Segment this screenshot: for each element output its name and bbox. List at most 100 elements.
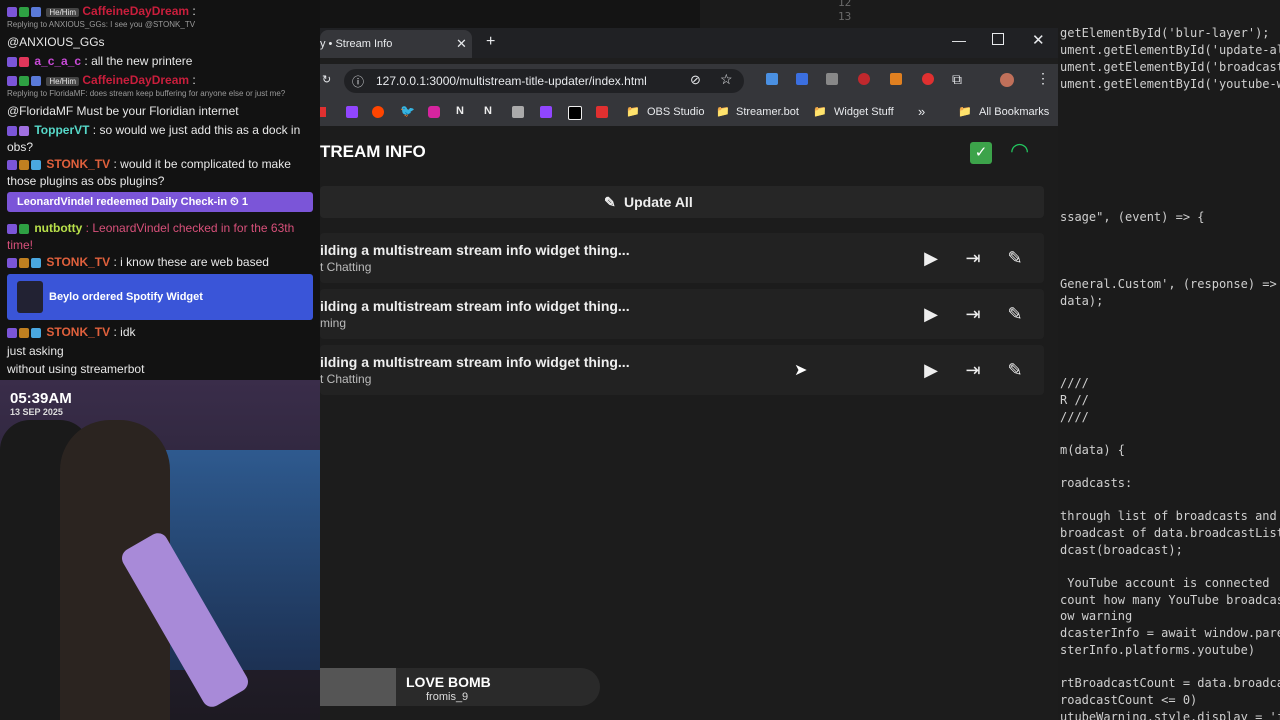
extension-icon[interactable] xyxy=(826,73,838,85)
code-line: ument.getElementById('youtube-warn xyxy=(1060,77,1280,91)
bookmark-favicon[interactable] xyxy=(320,107,326,117)
chat-message: STONK_TV : idk xyxy=(7,324,314,341)
pencil-icon[interactable]: ✎ xyxy=(1004,303,1026,325)
window-close-icon[interactable]: ✕ xyxy=(1032,31,1045,49)
pencil-icon[interactable]: ✎ xyxy=(1004,359,1026,381)
block-icon[interactable] xyxy=(858,73,870,85)
browser-toolbar: ↻ ⓘ 127.0.0.1:3000/multistream-title-upd… xyxy=(320,64,1058,98)
tab-stream-info[interactable]: y • Stream Info ✕ xyxy=(320,30,472,58)
bookmark-folder-obs[interactable]: OBS Studio xyxy=(647,106,704,118)
broadcast-title: ilding a multistream stream info widget … xyxy=(320,242,630,258)
bookmark-favicon[interactable] xyxy=(568,106,582,120)
code-line: through list of broadcasts and ac xyxy=(1060,509,1280,523)
sub-badge-icon xyxy=(7,327,17,338)
chat-message: STONK_TV : i know these are web based xyxy=(7,254,314,271)
folder-icon: 📁 xyxy=(813,106,827,118)
chat-username[interactable]: nutbotty xyxy=(34,221,82,235)
extension-icon[interactable] xyxy=(890,73,902,85)
notion-icon[interactable]: N xyxy=(456,105,464,117)
play-icon[interactable]: ▶ xyxy=(920,247,942,269)
code-line: General.Custom', (response) => { xyxy=(1060,277,1280,291)
sub-badge-icon xyxy=(7,257,17,268)
chat-username[interactable]: STONK_TV xyxy=(46,255,110,269)
bookmark-folder-widgets[interactable]: Widget Stuff xyxy=(834,106,894,118)
profile-avatar[interactable] xyxy=(1000,73,1014,87)
chevron-right-icon[interactable]: » xyxy=(918,104,925,119)
edit-icon: ✎ xyxy=(604,194,616,210)
chat-message: STONK_TV : would it be complicated to ma… xyxy=(7,156,314,190)
pencil-icon[interactable]: ✎ xyxy=(1004,247,1026,269)
code-line: getElementById('blur-layer'); xyxy=(1060,26,1270,40)
chat-username[interactable]: a_c_a_c xyxy=(34,54,81,68)
code-line: R // xyxy=(1060,393,1089,407)
chat-message: @ANXIOUS_GGs xyxy=(7,34,314,51)
code-line: ument.getElementById('update-all- xyxy=(1060,43,1280,57)
chat-text: : idk xyxy=(113,325,136,339)
update-all-label: Update All xyxy=(624,194,693,210)
play-icon[interactable]: ▶ xyxy=(920,303,942,325)
crown-badge-icon xyxy=(19,327,29,338)
now-playing-widget: LOVE BOMB fromis_9 xyxy=(320,668,600,706)
chat-text: @FloridaMF Must be your Floridian intern… xyxy=(7,104,239,118)
twitter-icon[interactable]: 🐦 xyxy=(400,104,415,118)
album-art xyxy=(320,668,396,706)
redeem-banner: LeonardVindel redeemed Daily Check-in ⏲ … xyxy=(7,192,313,212)
extension-icon[interactable] xyxy=(766,73,778,85)
order-text: Beylo ordered Spotify Widget xyxy=(49,291,203,303)
new-tab-icon[interactable]: + xyxy=(486,33,495,51)
twitch-icon[interactable] xyxy=(346,106,358,118)
notion-icon[interactable]: N xyxy=(484,105,492,117)
clock-date: 13 SEP 2025 xyxy=(10,407,63,417)
code-line: //// xyxy=(1060,410,1089,424)
bookmark-favicon[interactable] xyxy=(512,106,524,118)
stream-info-app: TREAM INFO ✓ ◠ ✎ Update All ilding a mul… xyxy=(320,126,1058,720)
code-line: dcasterInfo = await window.parent. xyxy=(1060,626,1280,640)
address-bar[interactable]: ⓘ 127.0.0.1:3000/multistream-title-updat… xyxy=(344,69,744,93)
enter-icon[interactable]: ⇥ xyxy=(962,247,984,269)
reddit-icon[interactable] xyxy=(372,106,384,118)
bits-badge-icon xyxy=(19,125,29,136)
maximize-icon[interactable] xyxy=(992,33,1004,45)
sub-badge-icon xyxy=(7,223,17,234)
code-line: roadcasts: xyxy=(1060,476,1133,490)
browser-window: y • Stream Info ✕ + — ✕ ↻ ⓘ 127.0.0.1:30… xyxy=(320,28,1058,720)
camera-blocked-icon[interactable]: ⊘ xyxy=(690,72,701,88)
store-icon[interactable] xyxy=(596,106,608,118)
site-info-icon[interactable]: ⓘ xyxy=(352,73,364,90)
broadcast-row: ilding a multistream stream info widget … xyxy=(320,289,1044,339)
bitwarden-icon[interactable] xyxy=(796,73,808,85)
mouse-cursor-icon: ➤ xyxy=(794,362,808,379)
broadcast-title: ilding a multistream stream info widget … xyxy=(320,298,630,314)
reload-icon[interactable]: ↻ xyxy=(322,73,331,86)
broadcast-category: t Chatting xyxy=(320,260,372,274)
code-line: broadcast of data.broadcastList) xyxy=(1060,526,1280,540)
chat-username[interactable]: STONK_TV xyxy=(46,157,110,171)
minimize-icon[interactable]: — xyxy=(952,32,966,48)
bookmark-folder-streamerbot[interactable]: Streamer.bot xyxy=(736,106,799,118)
checkmark-icon: ✓ xyxy=(970,142,992,164)
tab-title: y • Stream Info xyxy=(320,38,393,50)
chat-message: TopperVT : so would we just add this as … xyxy=(7,122,314,156)
twitch-icon[interactable] xyxy=(540,106,552,118)
enter-icon[interactable]: ⇥ xyxy=(962,303,984,325)
chat-message: without using streamerbot xyxy=(7,361,314,378)
code-line: YouTube account is connected xyxy=(1060,576,1270,590)
instagram-icon[interactable] xyxy=(428,106,440,118)
bookmark-star-icon[interactable]: ☆ xyxy=(720,71,733,88)
more-menu-icon[interactable]: ⋮ xyxy=(1036,70,1050,87)
update-all-button[interactable]: ✎ Update All xyxy=(320,186,1044,218)
extension-icon[interactable] xyxy=(922,73,934,85)
sub-badge-icon xyxy=(7,125,17,136)
enter-icon[interactable]: ⇥ xyxy=(962,359,984,381)
check-badge-icon xyxy=(19,223,29,234)
puzzle-icon[interactable]: ⧉ xyxy=(952,71,962,88)
play-icon[interactable]: ▶ xyxy=(920,359,942,381)
all-bookmarks[interactable]: All Bookmarks xyxy=(979,106,1049,118)
clock-time: 05:39AM xyxy=(10,390,72,407)
close-icon[interactable]: ✕ xyxy=(456,36,467,52)
chat-username[interactable]: STONK_TV xyxy=(46,325,110,339)
chat-message: He/Him CaffeineDayDream : Replying to Fl… xyxy=(7,72,314,102)
code-line: ument.getElementById('broadcast-lis xyxy=(1060,60,1280,74)
chat-username[interactable]: TopperVT xyxy=(34,123,89,137)
sub-badge-icon xyxy=(7,159,17,170)
